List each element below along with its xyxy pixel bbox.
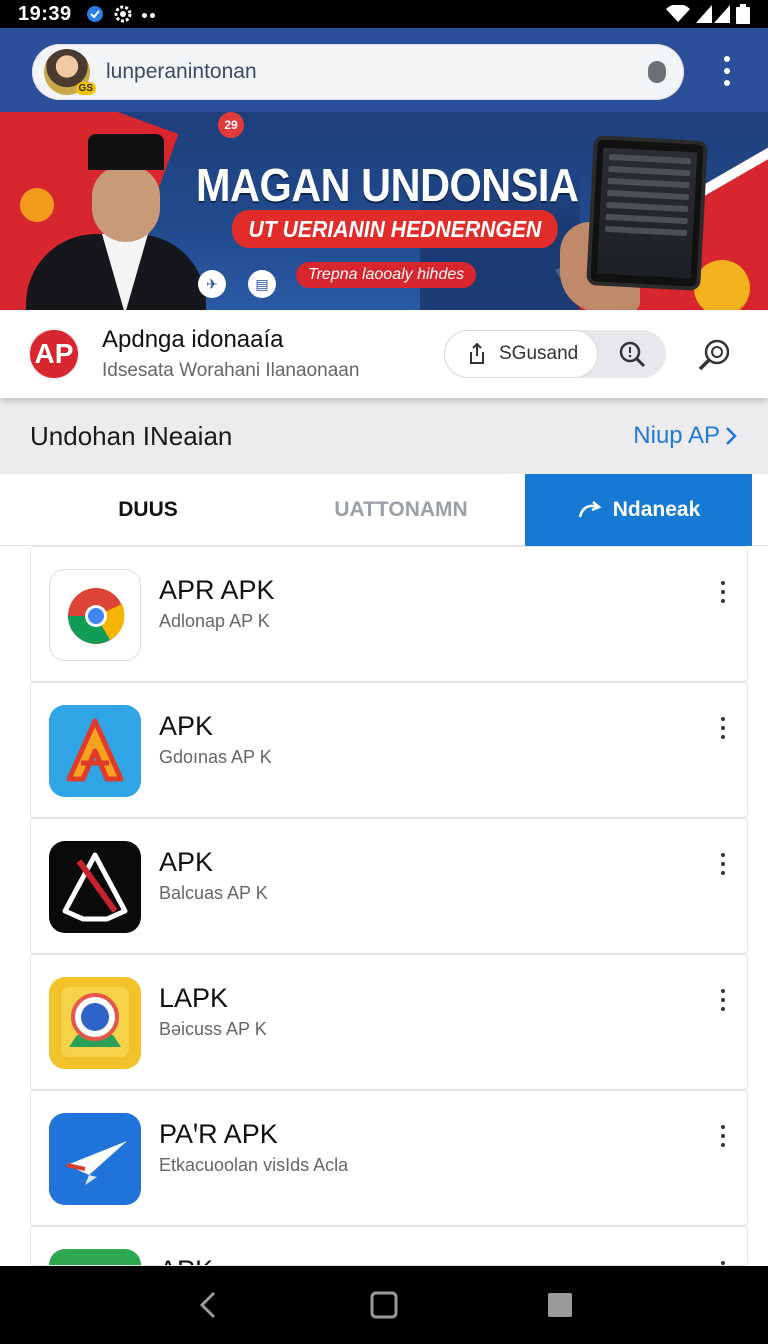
avatar[interactable]: GS bbox=[44, 49, 96, 95]
banner-tagline: Trepna laooaly hihdes bbox=[296, 262, 477, 288]
list-item-subtitle: Adlonap AP K bbox=[159, 611, 270, 631]
avatar-badge: GS bbox=[75, 82, 96, 95]
list-item[interactable]: PAꞌR APK Etkacuoolan visIds Acla bbox=[30, 1090, 748, 1226]
refresh-arrow-icon bbox=[578, 501, 602, 518]
app-description: Idsesata Worahani Ilanaonaan bbox=[102, 360, 360, 381]
mascot-icon bbox=[20, 188, 54, 222]
system-nav-bar bbox=[0, 1266, 768, 1344]
app-name: Apdnga idonaaía bbox=[102, 326, 284, 353]
list-item[interactable]: APK Gdoınas AP K bbox=[30, 682, 748, 818]
status-bar: 19:39 bbox=[0, 0, 768, 28]
list-item[interactable]: APK bbox=[30, 1226, 748, 1266]
item-menu-icon[interactable] bbox=[715, 713, 731, 743]
banner-subtitle: UT UERIANIN HEDNERNGEN bbox=[232, 210, 558, 248]
item-menu-icon[interactable] bbox=[715, 985, 731, 1015]
search-icon bbox=[619, 341, 646, 368]
view-all-link[interactable]: Niup AP bbox=[633, 422, 738, 450]
list-item-subtitle: Balcuas AP K bbox=[159, 883, 268, 903]
section-title: Undohan INeaian bbox=[30, 420, 233, 451]
green-app-icon bbox=[49, 1249, 141, 1265]
item-menu-icon[interactable] bbox=[715, 1121, 731, 1151]
notification-icon bbox=[86, 6, 103, 22]
home-button[interactable] bbox=[364, 1285, 404, 1325]
item-menu-icon[interactable] bbox=[715, 1257, 731, 1265]
search-bar[interactable]: GS lunperanintonan bbox=[32, 44, 684, 100]
back-icon bbox=[199, 1291, 216, 1319]
photo-lens-icon bbox=[49, 977, 141, 1069]
list-item-subtitle: Etkacuoolan visIds Acla bbox=[159, 1155, 349, 1175]
view-all-label: Niup AP bbox=[633, 422, 720, 449]
document-icon: ▤ bbox=[248, 270, 276, 298]
chevron-right-icon bbox=[726, 427, 737, 445]
share-button[interactable]: SGusand bbox=[444, 330, 598, 378]
back-button[interactable] bbox=[188, 1285, 228, 1325]
banner-title: MAGAN UNDONSIA bbox=[196, 159, 579, 211]
list-item[interactable]: LAPK Bəicuss AP K bbox=[30, 954, 748, 1090]
item-menu-icon[interactable] bbox=[715, 577, 731, 607]
recents-icon bbox=[548, 1293, 572, 1317]
list-item-title: APK bbox=[159, 847, 214, 877]
settings-gear-icon bbox=[114, 5, 132, 23]
search-icon-outline[interactable] bbox=[698, 338, 732, 372]
list-item-title: APR APK bbox=[159, 575, 275, 605]
item-menu-icon[interactable] bbox=[715, 849, 731, 879]
status-system-icons bbox=[666, 4, 750, 24]
banner-chip: 29 bbox=[218, 112, 244, 138]
search-input[interactable]: lunperanintonan bbox=[106, 60, 648, 84]
wifi-icon bbox=[666, 5, 690, 22]
list-item-title: PAꞌR APK bbox=[159, 1119, 278, 1149]
list-item-title: LAPK bbox=[159, 983, 229, 1013]
app-header: GS lunperanintonan bbox=[0, 28, 768, 112]
more-dots-icon bbox=[141, 5, 158, 23]
plane-icon: ✈ bbox=[198, 270, 226, 298]
list-item[interactable]: APR APK Adlonap AP K bbox=[30, 546, 748, 682]
banner-person-image bbox=[26, 122, 206, 310]
segment-search-button[interactable] bbox=[598, 340, 666, 368]
recents-button[interactable] bbox=[540, 1285, 580, 1325]
promo-banner[interactable]: 29 MAGAN UNDONSIA UT UERIANIN HEDNERNGEN… bbox=[0, 112, 768, 310]
signal-icon bbox=[696, 5, 730, 23]
chrome-icon bbox=[49, 569, 141, 661]
tab-uattonamn[interactable]: UATTONAMN bbox=[276, 474, 526, 546]
tab-label: Ndaneak bbox=[612, 498, 701, 521]
a-logo-icon bbox=[49, 705, 141, 797]
action-segment-group: SGusand bbox=[444, 330, 666, 378]
app-logo: AP bbox=[28, 328, 80, 380]
share-icon bbox=[470, 343, 484, 364]
tab-duus[interactable]: DUUS bbox=[0, 474, 296, 546]
dark-a-logo-icon bbox=[49, 841, 141, 933]
tab-bar: DUUS UATTONAMN Ndaneak bbox=[0, 474, 768, 546]
app-list: APR APK Adlonap AP K APK Gdoınas AP K AP… bbox=[30, 546, 748, 1266]
mic-icon[interactable] bbox=[648, 61, 666, 83]
app-info-card: AP Apdnga idonaaía Idsesata Worahani Ila… bbox=[0, 310, 768, 398]
battery-icon bbox=[736, 4, 750, 24]
tab-ndaneak[interactable]: Ndaneak bbox=[525, 474, 752, 546]
section-header: Undohan INeaian Niup AP bbox=[0, 398, 768, 474]
list-item-subtitle: Bəicuss AP K bbox=[159, 1019, 267, 1039]
home-icon bbox=[370, 1291, 398, 1319]
banner-phone-graphic bbox=[586, 135, 708, 291]
tab-label: UATTONAMN bbox=[334, 498, 468, 521]
overflow-menu-icon[interactable] bbox=[724, 56, 730, 86]
list-item-title: APK bbox=[159, 1255, 213, 1265]
mascot-icon bbox=[694, 260, 750, 310]
paper-plane-icon bbox=[49, 1113, 141, 1205]
list-item[interactable]: APK Balcuas AP K bbox=[30, 818, 748, 954]
status-time: 19:39 bbox=[18, 2, 72, 25]
tab-label: DUUS bbox=[118, 498, 178, 521]
share-button-label: SGusand bbox=[499, 343, 579, 364]
list-item-subtitle: Gdoınas AP K bbox=[159, 747, 272, 767]
list-item-title: APK bbox=[159, 711, 214, 741]
status-notification-icons bbox=[86, 5, 158, 23]
